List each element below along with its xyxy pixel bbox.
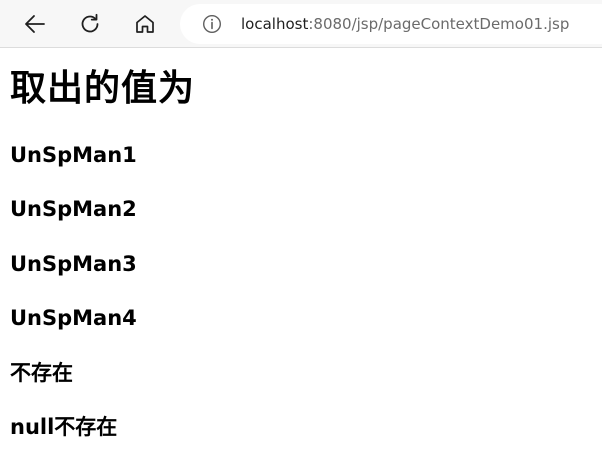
back-arrow-icon xyxy=(25,15,45,33)
home-button[interactable] xyxy=(127,6,163,42)
value-line: null不存在 xyxy=(10,415,118,439)
value-line: UnSpMan1 xyxy=(10,143,137,167)
value-line: UnSpMan2 xyxy=(10,197,137,221)
browser-toolbar: localhost:8080/jsp/pageContextDemo01.jsp xyxy=(0,0,602,48)
info-icon[interactable] xyxy=(200,12,224,36)
url-text[interactable]: localhost:8080/jsp/pageContextDemo01.jsp xyxy=(241,15,569,33)
page-title: 取出的值为 xyxy=(10,68,196,109)
back-button[interactable] xyxy=(17,6,53,42)
home-icon xyxy=(136,15,154,33)
url-path: :8080/jsp/pageContextDemo01.jsp xyxy=(308,15,570,33)
refresh-icon xyxy=(81,13,99,33)
value-line: 不存在 xyxy=(10,361,73,385)
refresh-button[interactable] xyxy=(72,6,108,42)
url-host: localhost xyxy=(241,15,309,33)
address-bar[interactable]: localhost:8080/jsp/pageContextDemo01.jsp xyxy=(180,4,602,44)
value-line: UnSpMan3 xyxy=(10,252,137,276)
value-line: UnSpMan4 xyxy=(10,306,137,330)
page-content: 取出的值为 UnSpMan1 UnSpMan2 UnSpMan3 UnSpMan… xyxy=(10,48,602,470)
